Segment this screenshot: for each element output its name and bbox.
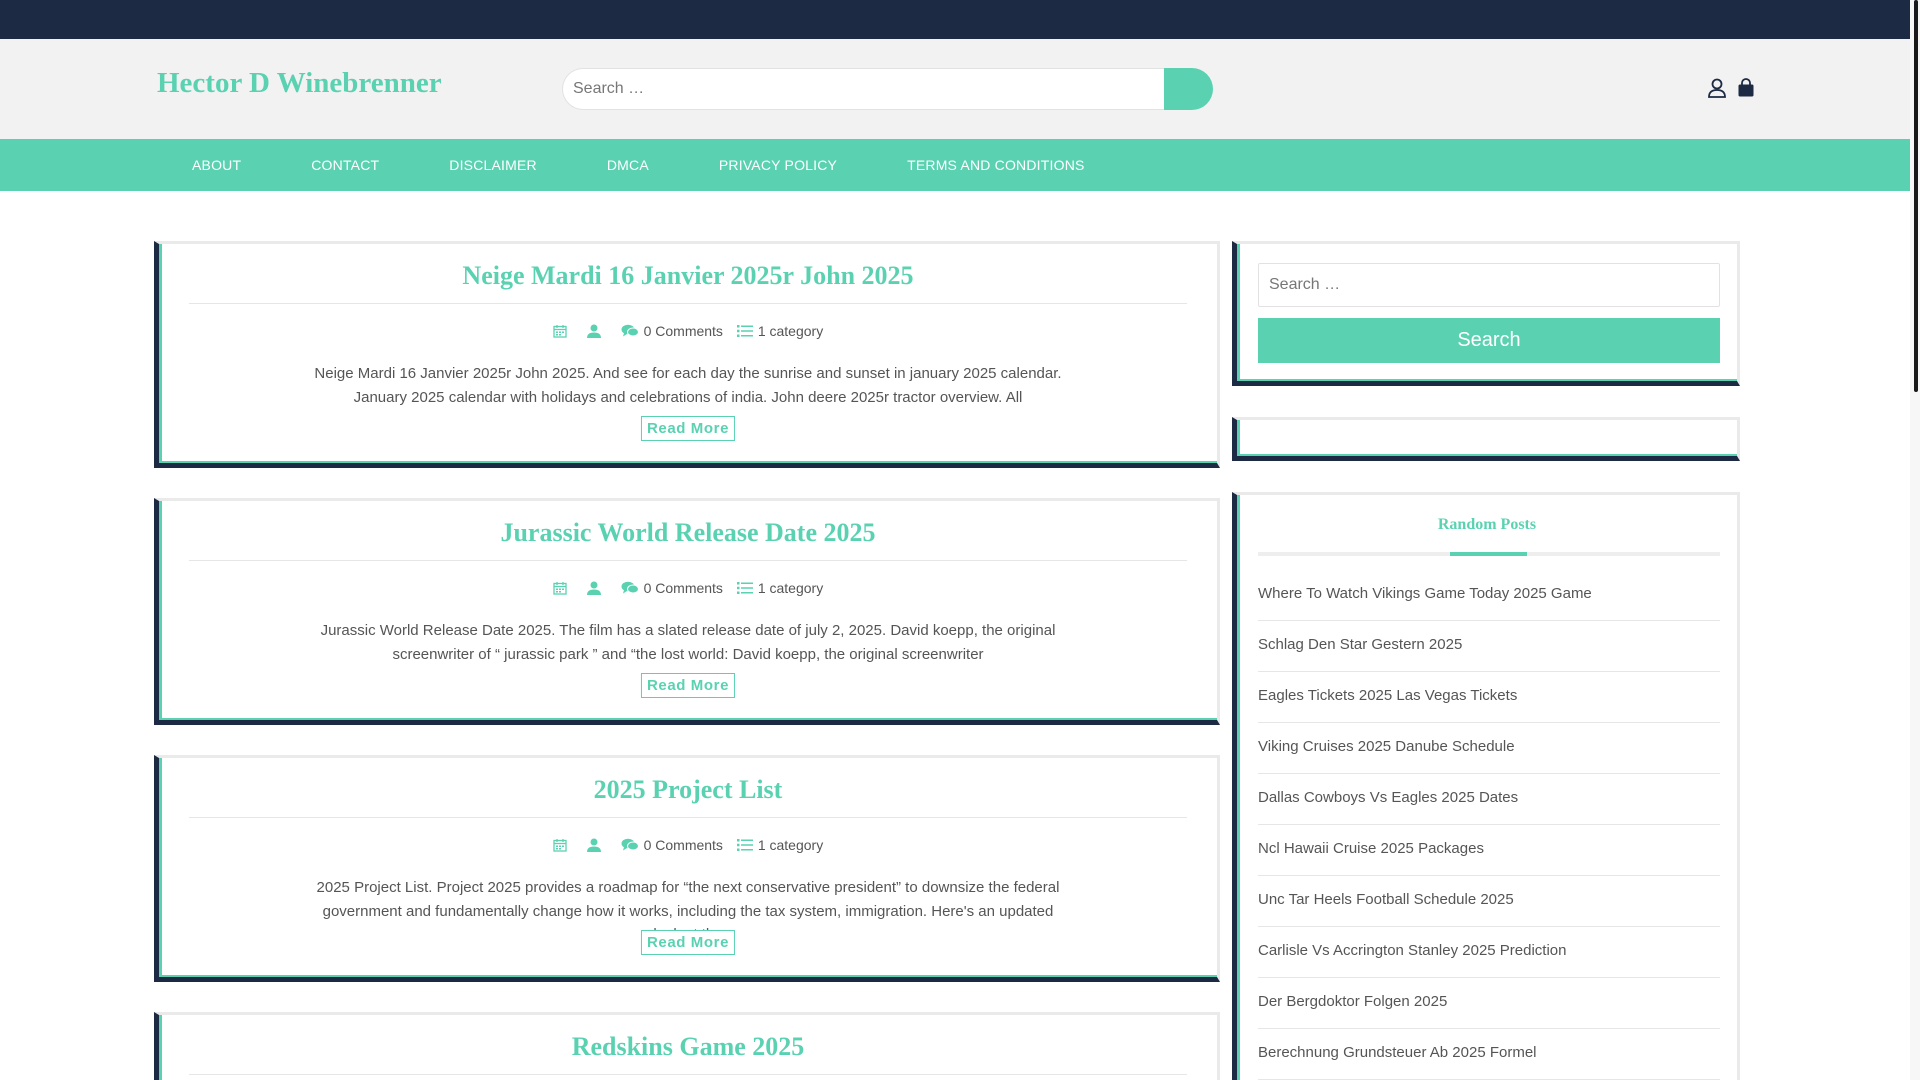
header-search-input[interactable] — [562, 68, 1164, 110]
shopping-bag-icon[interactable] — [1735, 77, 1757, 99]
date-link[interactable] — [553, 324, 572, 338]
nav-item-contact[interactable]: CONTACT — [276, 139, 414, 191]
calendar-icon — [553, 325, 567, 338]
post-card: 2025 Project List 0 Comments 1 category … — [154, 755, 1220, 982]
post-divider — [189, 1074, 1187, 1075]
author-link[interactable] — [586, 323, 607, 339]
site-title[interactable]: Hector D Winebrenner — [157, 67, 442, 100]
comments-link[interactable]: 0 Comments — [621, 837, 723, 853]
comments-count: 0 Comments — [643, 580, 723, 597]
header-search-button[interactable] — [1164, 68, 1213, 110]
user-icon — [586, 324, 601, 339]
list-item[interactable]: Where To Watch Vikings Game Today 2025 G… — [1258, 570, 1720, 621]
top-bar — [0, 0, 1910, 39]
post-title[interactable]: Jurassic World Release Date 2025 — [189, 518, 1187, 548]
category-link[interactable]: 1 category — [736, 323, 824, 340]
main-nav: ABOUT CONTACT DISCLAIMER DMCA PRIVACY PO… — [0, 139, 1910, 191]
comments-count: 0 Comments — [643, 837, 723, 854]
read-more-button[interactable]: Read More — [640, 416, 736, 441]
list-item[interactable]: Der Bergdoktor Folgen 2025 — [1258, 978, 1720, 1029]
post-title[interactable]: 2025 Project List — [189, 775, 1187, 805]
comments-link[interactable]: 0 Comments — [621, 323, 723, 339]
nav-item-dmca[interactable]: DMCA — [572, 139, 684, 191]
post-divider — [189, 560, 1187, 561]
user-icon[interactable] — [1706, 77, 1728, 99]
list-icon — [736, 582, 753, 595]
list-item[interactable]: Viking Cruises 2025 Danube Schedule — [1258, 723, 1720, 774]
category-label: 1 category — [757, 323, 824, 340]
date-link[interactable] — [553, 581, 572, 595]
author-link[interactable] — [586, 580, 607, 596]
sidebar-search-input[interactable] — [1258, 263, 1720, 307]
comments-link[interactable]: 0 Comments — [621, 580, 723, 596]
post-excerpt: Jurassic World Release Date 2025. The fi… — [320, 622, 1056, 663]
user-icon — [586, 581, 601, 596]
list-icon — [736, 325, 753, 338]
nav-item-about[interactable]: ABOUT — [157, 139, 276, 191]
date-link[interactable] — [553, 838, 572, 852]
post-meta: 0 Comments 1 category — [159, 322, 1217, 339]
list-item[interactable]: Eagles Tickets 2025 Las Vegas Tickets — [1258, 672, 1720, 723]
sidebar-search-button[interactable]: Search — [1258, 318, 1720, 363]
category-label: 1 category — [757, 837, 824, 854]
sidebar-search-widget: Search — [1232, 241, 1740, 386]
list-item[interactable]: Carlisle Vs Accrington Stanley 2025 Pred… — [1258, 927, 1720, 978]
post-card: Redskins Game 2025 — [154, 1012, 1220, 1080]
category-link[interactable]: 1 category — [736, 837, 824, 854]
nav-item-disclaimer[interactable]: DISCLAIMER — [414, 139, 572, 191]
author-link[interactable] — [586, 837, 607, 853]
comments-icon — [621, 581, 639, 594]
random-posts-list: Where To Watch Vikings Game Today 2025 G… — [1258, 570, 1720, 1080]
read-more-button[interactable]: Read More — [640, 673, 736, 698]
post-meta: 0 Comments 1 category — [159, 836, 1217, 853]
category-label: 1 category — [757, 580, 824, 597]
post-title[interactable]: Neige Mardi 16 Janvier 2025r John 2025 — [189, 261, 1187, 291]
post-excerpt: Neige Mardi 16 Janvier 2025r John 2025. … — [314, 365, 1062, 406]
header-search — [562, 68, 1213, 110]
list-item[interactable]: Dallas Cowboys Vs Eagles 2025 Dates — [1258, 774, 1720, 825]
calendar-icon — [553, 582, 567, 595]
random-posts-widget: Random Posts Where To Watch Vikings Game… — [1232, 492, 1740, 1080]
nav-item-terms[interactable]: TERMS AND CONDITIONS — [872, 139, 1119, 191]
comments-icon — [621, 324, 639, 337]
post-divider — [189, 303, 1187, 304]
list-item[interactable]: Ncl Hawaii Cruise 2025 Packages — [1258, 825, 1720, 876]
scrollbar-thumb[interactable] — [1914, 0, 1918, 392]
read-more-button[interactable]: Read More — [640, 930, 736, 955]
comments-icon — [621, 838, 639, 851]
widget-title: Random Posts — [1437, 516, 1537, 533]
post-card: Jurassic World Release Date 2025 0 Comme… — [154, 498, 1220, 725]
user-icon — [586, 838, 601, 853]
category-link[interactable]: 1 category — [736, 580, 824, 597]
post-meta: 0 Comments 1 category — [159, 579, 1217, 596]
post-card: Neige Mardi 16 Janvier 2025r John 2025 0… — [154, 241, 1220, 468]
list-icon — [736, 839, 753, 852]
calendar-icon — [553, 839, 567, 852]
list-item[interactable]: Schlag Den Star Gestern 2025 — [1258, 621, 1720, 672]
post-divider — [189, 817, 1187, 818]
post-title[interactable]: Redskins Game 2025 — [189, 1032, 1187, 1062]
list-item[interactable]: Unc Tar Heels Football Schedule 2025 — [1258, 876, 1720, 927]
widget-title-accent — [1450, 552, 1527, 556]
sidebar-empty-widget — [1232, 417, 1740, 461]
comments-count: 0 Comments — [643, 323, 723, 340]
site-header: Hector D Winebrenner — [0, 39, 1910, 139]
nav-item-privacy-policy[interactable]: PRIVACY POLICY — [684, 139, 872, 191]
list-item[interactable]: Berechnung Grundsteuer Ab 2025 Formel — [1258, 1029, 1720, 1080]
